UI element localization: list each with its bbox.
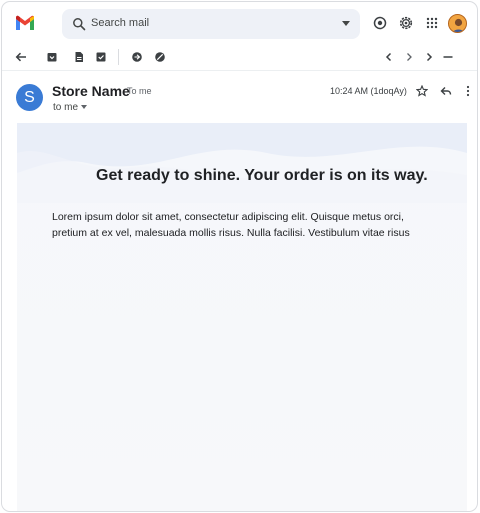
recipients-toggle[interactable]: to me [53,102,88,113]
older-chevron-icon[interactable] [403,51,415,63]
gmail-logo-icon[interactable] [15,15,35,31]
report-spam-icon[interactable] [73,51,85,63]
top-bar: Search mail [2,2,477,44]
chevron-down-icon[interactable] [81,105,88,109]
email-content: Get ready to shine. Your order is on its… [17,123,467,511]
back-arrow-icon[interactable] [15,51,27,63]
support-icon[interactable] [373,16,387,30]
account-avatar[interactable] [448,14,467,33]
toolbar-divider [118,49,119,65]
search-options-icon[interactable] [342,21,350,26]
next-chevron-icon[interactable] [423,51,435,63]
mail-window: Search mail S Store Name To me to me 10:… [1,1,478,512]
apps-grid-icon[interactable] [425,16,439,30]
archive-icon[interactable] [46,51,58,63]
reply-icon[interactable] [440,85,452,97]
newer-chevron-icon[interactable] [383,51,395,63]
sender-name[interactable]: Store Name [52,83,130,99]
minimize-icon[interactable] [442,51,454,63]
message-toolbar [2,44,477,71]
header-wave-decoration [17,123,467,203]
search-icon[interactable] [72,17,86,31]
snooze-icon[interactable] [154,51,166,63]
recipients-label: to me [53,102,79,113]
delete-icon[interactable] [95,51,107,63]
message-timestamp: 10:24 AM (1doqAy) [330,86,407,96]
star-icon[interactable] [416,85,428,97]
to-me-badge: To me [127,86,152,96]
settings-icon[interactable] [399,16,413,30]
mark-unread-icon[interactable] [131,51,143,63]
search-box[interactable]: Search mail [62,9,360,39]
sender-avatar[interactable]: S [16,84,43,111]
more-vert-icon[interactable] [462,85,474,97]
email-headline: Get ready to shine. Your order is on its… [96,167,428,184]
search-input[interactable]: Search mail [91,17,149,29]
email-paragraph: Lorem ipsum dolor sit amet, consectetur … [52,211,410,239]
